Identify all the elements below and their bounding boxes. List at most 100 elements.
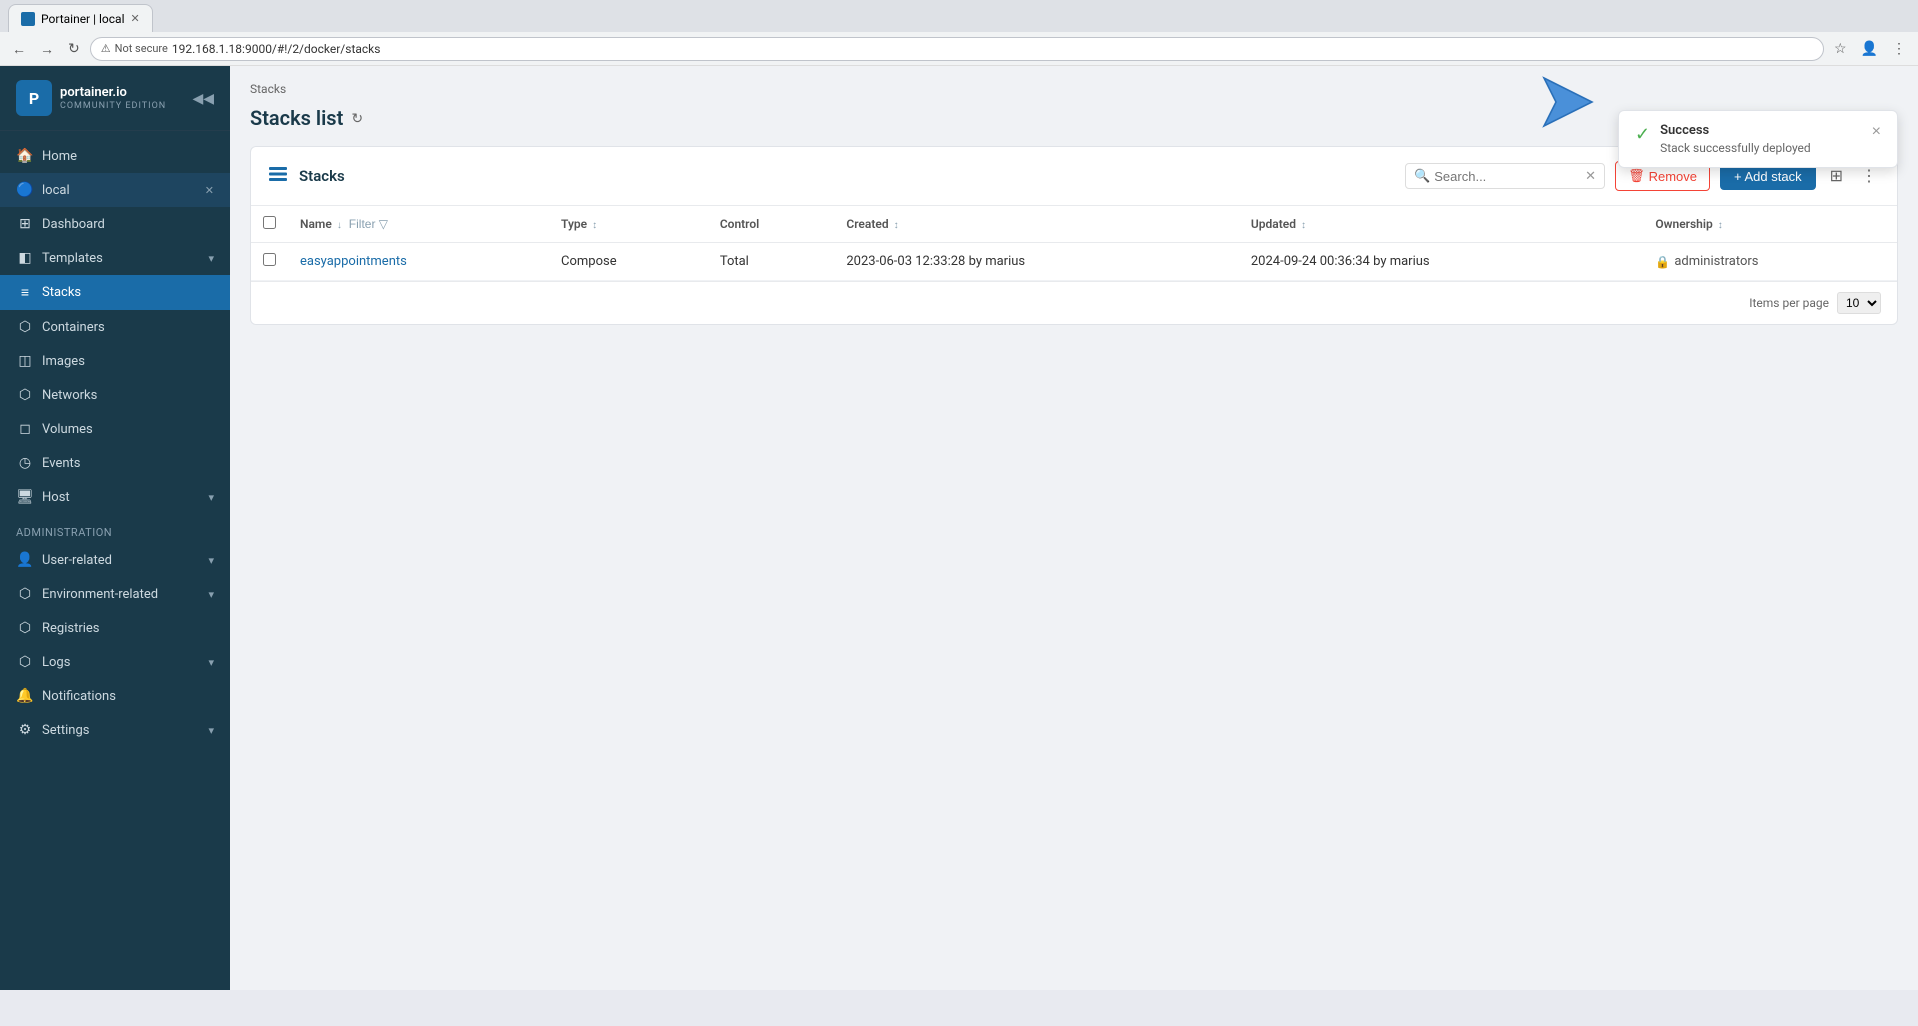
- stack-name-link[interactable]: easyappointments: [300, 254, 407, 269]
- logs-icon: ⬡: [16, 654, 34, 670]
- name-sort-icon[interactable]: ↓: [337, 220, 342, 231]
- toast-close-button[interactable]: ×: [1872, 123, 1881, 141]
- col-ownership-label: Ownership: [1655, 217, 1712, 231]
- sidebar-item-environment-related[interactable]: ⬡ Environment-related ▾: [0, 577, 230, 611]
- containers-label: Containers: [42, 320, 214, 335]
- col-updated: Updated ↕: [1239, 206, 1644, 243]
- col-ownership: Ownership ↕: [1643, 206, 1897, 243]
- local-env-close[interactable]: ✕: [205, 184, 214, 197]
- type-sort-icon[interactable]: ↕: [592, 220, 597, 231]
- sidebar-item-networks[interactable]: ⬡ Networks: [0, 378, 230, 412]
- sidebar-item-volumes[interactable]: ◻ Volumes: [0, 412, 230, 446]
- environment-related-label: Environment-related: [42, 587, 200, 602]
- notifications-label: Notifications: [42, 689, 214, 704]
- row-checkbox-cell[interactable]: [251, 243, 288, 281]
- search-input[interactable]: [1434, 169, 1581, 184]
- sidebar-item-logs[interactable]: ⬡ Logs ▾: [0, 645, 230, 679]
- row-control-cell: Total: [708, 243, 835, 281]
- logo-text: portainer.io: [60, 85, 166, 101]
- refresh-button[interactable]: ↻: [351, 110, 363, 127]
- environment-related-icon: ⬡: [16, 586, 34, 602]
- admin-section-label: Administration: [16, 526, 112, 539]
- sidebar: P portainer.io COMMUNITY EDITION ◀◀ 🏠 Ho…: [0, 66, 230, 990]
- templates-chevron: ▾: [208, 252, 214, 265]
- address-bar[interactable]: ⚠ Not secure 192.168.1.18:9000/#!/2/dock…: [90, 37, 1824, 61]
- security-indicator: ⚠: [101, 42, 111, 55]
- col-name: Name ↓ Filter ▽: [288, 206, 549, 243]
- back-button[interactable]: ←: [8, 39, 30, 59]
- images-icon: ◫: [16, 353, 34, 369]
- images-label: Images: [42, 354, 214, 369]
- remove-icon: 🗑: [1628, 168, 1645, 184]
- tab-bar: Portainer | local ✕: [0, 0, 1918, 32]
- sidebar-item-dashboard[interactable]: ⊞ Dashboard: [0, 207, 230, 241]
- admin-section-header: Administration: [0, 514, 230, 543]
- events-icon: ◷: [16, 455, 34, 471]
- tab-favicon: [21, 12, 35, 26]
- row-type-cell: Compose: [549, 243, 708, 281]
- sidebar-item-templates[interactable]: ◧ Templates ▾: [0, 241, 230, 275]
- card-title: Stacks: [299, 167, 1395, 185]
- filter-button[interactable]: Filter ▽: [349, 217, 388, 231]
- host-chevron: ▾: [208, 491, 214, 504]
- bookmark-button[interactable]: ☆: [1830, 38, 1851, 59]
- logo-icon: P: [16, 80, 52, 116]
- reload-button[interactable]: ↻: [64, 38, 84, 59]
- sidebar-nav: 🏠 Home 🔵 local ✕ ⊞ Dashboard ◧ Templates: [0, 131, 230, 990]
- table-row: easyappointments Compose Total 2023-06-0…: [251, 243, 1897, 281]
- sidebar-item-host[interactable]: 🖥 Host ▾: [0, 480, 230, 514]
- select-all-checkbox[interactable]: [263, 216, 276, 229]
- sidebar-item-notifications[interactable]: 🔔 Notifications: [0, 679, 230, 713]
- local-env-icon: 🔵: [16, 182, 34, 198]
- registries-icon: ⬡: [16, 620, 34, 636]
- sidebar-item-registries[interactable]: ⬡ Registries: [0, 611, 230, 645]
- registries-label: Registries: [42, 621, 214, 636]
- sidebar-item-home[interactable]: 🏠 Home: [0, 139, 230, 173]
- sidebar-item-local[interactable]: 🔵 local ✕: [0, 173, 230, 207]
- volumes-label: Volumes: [42, 422, 214, 437]
- user-related-label: User-related: [42, 553, 200, 568]
- ownership-sort-icon[interactable]: ↕: [1718, 220, 1723, 231]
- home-icon: 🏠: [16, 148, 34, 164]
- sidebar-item-containers[interactable]: ⬡ Containers: [0, 310, 230, 344]
- updated-sort-icon[interactable]: ↕: [1301, 220, 1306, 231]
- sidebar-collapse-button[interactable]: ◀◀: [192, 90, 214, 107]
- row-checkbox[interactable]: [263, 253, 276, 266]
- secure-label: Not secure: [115, 42, 168, 55]
- search-clear-button[interactable]: ✕: [1585, 168, 1596, 184]
- tab-close-button[interactable]: ✕: [131, 12, 140, 25]
- containers-icon: ⬡: [16, 319, 34, 335]
- logs-chevron: ▾: [208, 656, 214, 669]
- row-created-value: 2023-06-03 12:33:28 by marius: [846, 254, 1025, 269]
- search-box[interactable]: 🔍 ✕: [1405, 163, 1605, 189]
- sidebar-item-events[interactable]: ◷ Events: [0, 446, 230, 480]
- notifications-icon: 🔔: [16, 688, 34, 704]
- row-updated-cell: 2024-09-24 00:36:34 by marius: [1239, 243, 1644, 281]
- col-updated-label: Updated: [1251, 217, 1296, 231]
- select-all-cell[interactable]: [251, 206, 288, 243]
- stacks-table: Name ↓ Filter ▽ Type ↕ Control: [251, 206, 1897, 281]
- sidebar-header: P portainer.io COMMUNITY EDITION ◀◀: [0, 66, 230, 131]
- page-title: Stacks list: [250, 106, 343, 130]
- col-name-label: Name: [300, 217, 332, 231]
- row-updated-value: 2024-09-24 00:36:34 by marius: [1251, 254, 1430, 269]
- forward-button[interactable]: →: [36, 39, 58, 59]
- dashboard-label: Dashboard: [42, 217, 214, 232]
- sidebar-item-images[interactable]: ◫ Images: [0, 344, 230, 378]
- ownership-icon: 🔒: [1655, 255, 1670, 269]
- sidebar-item-settings[interactable]: ⚙ Settings ▾: [0, 713, 230, 747]
- row-name-cell: easyappointments: [288, 243, 549, 281]
- toast-message: Stack successfully deployed: [1660, 141, 1862, 155]
- items-per-page-select[interactable]: 10 25 50: [1837, 292, 1881, 314]
- row-ownership-cell: 🔒 administrators: [1643, 243, 1897, 281]
- col-type-label: Type: [561, 217, 587, 231]
- menu-button[interactable]: ⋮: [1888, 38, 1910, 59]
- sidebar-item-stacks[interactable]: ≡ Stacks: [0, 275, 230, 310]
- profile-button[interactable]: 👤: [1857, 38, 1882, 59]
- search-icon: 🔍: [1414, 169, 1430, 184]
- col-control: Control: [708, 206, 835, 243]
- row-ownership-value: administrators: [1674, 254, 1758, 269]
- active-tab[interactable]: Portainer | local ✕: [8, 4, 153, 32]
- created-sort-icon[interactable]: ↕: [894, 220, 899, 231]
- sidebar-item-user-related[interactable]: 👤 User-related ▾: [0, 543, 230, 577]
